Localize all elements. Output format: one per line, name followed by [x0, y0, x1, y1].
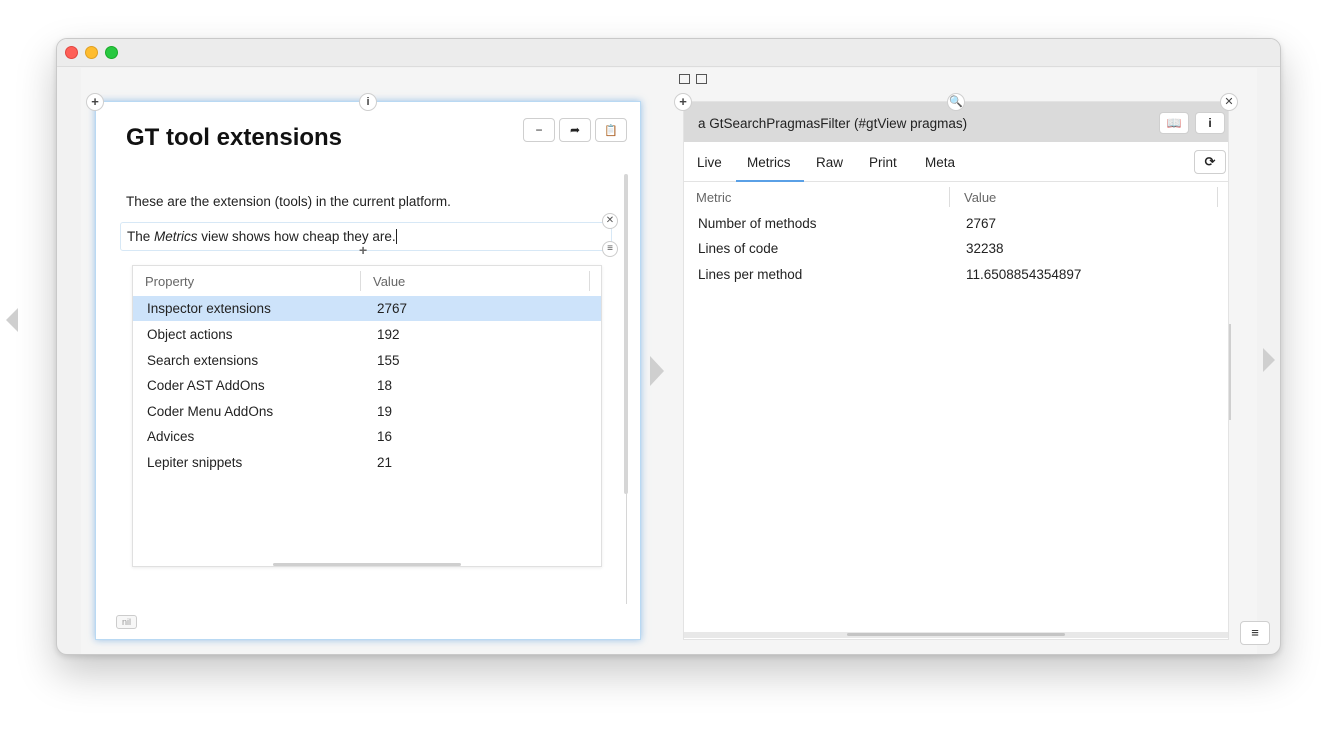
table-row[interactable]: Advices 16	[133, 424, 601, 449]
clipboard-icon: 📋	[604, 125, 618, 137]
page-scrollbar[interactable]	[624, 174, 628, 494]
row-property: Coder AST AddOns	[147, 378, 265, 393]
active-tab-indicator	[736, 180, 804, 182]
table-row[interactable]: Number of methods 2767	[684, 216, 1228, 241]
add-snippet-icon[interactable]: +	[359, 242, 367, 258]
table-horizontal-scrollbar[interactable]	[273, 563, 461, 566]
text-cursor	[395, 229, 397, 244]
row-value: 16	[377, 429, 393, 444]
tab-raw[interactable]: Raw	[816, 155, 843, 170]
row-property: Object actions	[147, 327, 233, 342]
inspector-title: a GtSearchPragmasFilter (#gtView pragmas…	[698, 116, 968, 131]
snippet-remove-icon[interactable]: ✕	[602, 213, 618, 229]
close-window-button[interactable]	[65, 46, 78, 59]
search-icon[interactable]: 🔍	[947, 93, 965, 111]
refresh-button[interactable]: ⟳	[1194, 150, 1226, 174]
table-header: Property Value	[133, 266, 601, 296]
row-value: 21	[377, 455, 393, 470]
row-property: Coder Menu AddOns	[147, 404, 274, 419]
share-arrow-icon: ➦	[569, 123, 581, 137]
column-header-value[interactable]: Value	[373, 274, 405, 289]
row-property: Advices	[147, 429, 195, 444]
snippet-text-before: The	[127, 229, 155, 244]
page-title: GT tool extensions	[126, 124, 343, 151]
title-bar	[57, 39, 1280, 67]
column-header-value[interactable]: Value	[964, 190, 996, 205]
row-value: 2767	[377, 301, 408, 316]
layout-switcher	[679, 74, 707, 84]
view-tabs: Live Metrics Raw Print Meta ⟳	[684, 142, 1228, 182]
table-row[interactable]: Lines of code 32238	[684, 241, 1228, 266]
tab-metrics[interactable]: Metrics	[747, 155, 791, 170]
inspector-horizontal-scrollbar[interactable]	[847, 633, 1065, 636]
minimize-button[interactable]: −	[523, 118, 555, 142]
page-toolbar: − ➦ 📋	[523, 118, 627, 142]
tab-live[interactable]: Live	[697, 155, 722, 170]
browse-button[interactable]: 📖	[1159, 112, 1189, 134]
row-value: 2767	[966, 216, 997, 231]
zoom-window-button[interactable]	[105, 46, 118, 59]
row-value: 155	[377, 353, 400, 368]
column-divider[interactable]	[1217, 187, 1218, 207]
row-metric: Number of methods	[698, 216, 817, 231]
tab-print[interactable]: Print	[869, 155, 897, 170]
inspector-header-actions: 📖 i	[1159, 112, 1225, 134]
column-divider[interactable]	[949, 187, 950, 207]
minimize-window-button[interactable]	[85, 46, 98, 59]
info-icon: i	[1208, 116, 1212, 130]
lepiter-page-pane: GT tool extensions − ➦ 📋 These are the e…	[95, 101, 641, 640]
row-value: 32238	[966, 241, 1004, 256]
column-header-property[interactable]: Property	[145, 274, 194, 289]
extensions-table: Property Value Inspector extensions 2767…	[132, 265, 602, 567]
double-pane-layout-icon[interactable]	[696, 74, 707, 84]
navigate-left-icon[interactable]	[6, 308, 18, 332]
row-property: Search extensions	[147, 353, 259, 368]
page-scrollbar-track	[626, 492, 627, 604]
info-icon[interactable]: i	[359, 93, 377, 111]
column-divider[interactable]	[589, 271, 590, 291]
table-row[interactable]: Object actions 192	[133, 322, 601, 347]
book-icon: 📖	[1166, 116, 1182, 130]
inspector-pane: a GtSearchPragmasFilter (#gtView pragmas…	[683, 101, 1231, 640]
snippet-emphasis: Metrics	[154, 229, 198, 244]
close-pane-icon[interactable]: ✕	[1220, 93, 1238, 111]
navigate-next-pane-icon[interactable]	[650, 356, 664, 386]
copy-to-clipboard-button[interactable]: 📋	[595, 118, 627, 142]
snippet-menu-icon[interactable]: ≡	[602, 241, 618, 257]
metrics-table-header: Metric Value	[684, 184, 1228, 212]
row-value: 19	[377, 404, 393, 419]
single-pane-layout-icon[interactable]	[679, 74, 690, 84]
row-value: 192	[377, 327, 400, 342]
inspect-info-button[interactable]: i	[1195, 112, 1225, 134]
row-property: Lepiter snippets	[147, 455, 243, 470]
table-row[interactable]: Coder AST AddOns 18	[133, 373, 601, 398]
main-menu-button[interactable]: ≡	[1240, 621, 1270, 645]
nil-badge: nil	[116, 615, 138, 629]
table-row[interactable]: Inspector extensions 2767	[133, 296, 601, 321]
add-pane-right-icon[interactable]: +	[674, 93, 692, 111]
table-row[interactable]: Search extensions 155	[133, 348, 601, 373]
row-metric: Lines per method	[698, 267, 803, 282]
table-row[interactable]: Lepiter snippets 21	[133, 450, 601, 475]
row-property: Inspector extensions	[147, 301, 271, 316]
refresh-icon: ⟳	[1204, 154, 1216, 169]
row-metric: Lines of code	[698, 241, 779, 256]
row-value: 11.6508854354897	[966, 267, 1082, 282]
row-value: 18	[377, 378, 393, 393]
column-divider[interactable]	[360, 271, 361, 291]
column-header-metric[interactable]: Metric	[696, 190, 731, 205]
table-row[interactable]: Lines per method 11.6508854354897	[684, 267, 1228, 292]
hamburger-icon: ≡	[1251, 625, 1259, 640]
add-pane-left-icon[interactable]: +	[86, 93, 104, 111]
navigate-right-icon[interactable]	[1263, 348, 1275, 372]
tab-meta[interactable]: Meta	[925, 155, 955, 170]
table-row[interactable]: Coder Menu AddOns 19	[133, 399, 601, 424]
minus-icon: −	[535, 123, 543, 137]
text-snippet[interactable]: These are the extension (tools) in the c…	[126, 194, 451, 209]
share-button[interactable]: ➦	[559, 118, 591, 142]
inspector-scrollbar[interactable]	[1229, 324, 1231, 420]
